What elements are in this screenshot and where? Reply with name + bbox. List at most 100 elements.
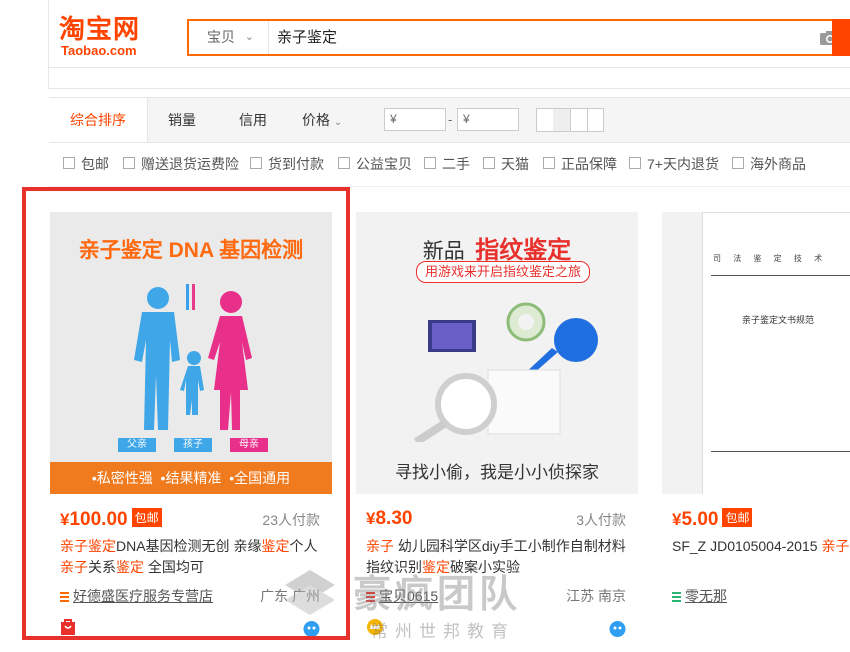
product-kit-illustration bbox=[413, 302, 598, 442]
filter-overseas[interactable]: 海外商品 bbox=[732, 155, 806, 173]
checkbox[interactable] bbox=[629, 157, 641, 169]
checkbox[interactable] bbox=[424, 157, 436, 169]
filter-7day-return[interactable]: 7+天内退货 bbox=[629, 155, 719, 173]
sort-price-label: 价格 bbox=[302, 112, 330, 128]
image-label-row: 父亲 孩子 母亲 bbox=[118, 438, 268, 452]
title-keyword-highlight: 亲子鉴定 bbox=[60, 538, 116, 554]
image-caption: 寻找小偷，我是小小侦探家 bbox=[395, 463, 599, 482]
price-value: 8.30 bbox=[375, 508, 413, 529]
chevron-down-icon: ⌄ bbox=[333, 117, 343, 128]
location: 江苏 南京 bbox=[566, 588, 626, 604]
filter-label: 货到付款 bbox=[268, 156, 324, 172]
view-alt-segment[interactable] bbox=[570, 109, 588, 131]
price-max-input[interactable]: ¥ bbox=[457, 108, 519, 131]
image-label-father: 父亲 bbox=[118, 438, 156, 452]
title-keyword-highlight: 亲子 bbox=[60, 559, 88, 575]
doc-rule bbox=[711, 275, 850, 276]
price-value: 100.00 bbox=[69, 509, 128, 530]
view-toggle[interactable] bbox=[536, 108, 604, 132]
doc-rule-bottom bbox=[711, 451, 850, 452]
product-price: ¥100.00 包邮 bbox=[60, 508, 162, 531]
price-min-input[interactable]: ¥ bbox=[384, 108, 446, 131]
filter-second-hand[interactable]: 二手 bbox=[424, 155, 470, 173]
free-shipping-badge: 包邮 bbox=[131, 508, 162, 527]
title-text: SF_Z JD0105004-2015 bbox=[672, 538, 822, 554]
title-text: 幼儿园科学区diy手工小制作自制材料 bbox=[394, 538, 626, 554]
product-price: ¥8.30 bbox=[366, 508, 412, 530]
badge-row bbox=[60, 618, 322, 640]
checkbox[interactable] bbox=[123, 157, 135, 169]
view-grid-segment[interactable] bbox=[537, 109, 554, 131]
title-text: 关系 bbox=[88, 559, 116, 575]
crown-badge-icon[interactable] bbox=[366, 618, 384, 636]
sort-default[interactable]: 综合排序 bbox=[49, 98, 148, 142]
product-card[interactable]: 新品 指纹鉴定 用游戏来开启指纹鉴定之旅 寻找小偷，我是小小侦探家 ¥8.30 … bbox=[356, 212, 638, 652]
product-title[interactable]: 亲子 幼儿园科学区diy手工小制作自制材料指纹识别鉴定破案小实验 bbox=[366, 536, 628, 578]
checkbox[interactable] bbox=[63, 157, 75, 169]
taobao-logo[interactable]: 淘宝网 Taobao.com bbox=[59, 16, 169, 66]
filter-row: 包邮 赠送退货运费险 货到付款 公益宝贝 二手 天猫 正品保障 7+天内退货 海… bbox=[49, 142, 850, 187]
wangwang-chat-icon[interactable] bbox=[303, 620, 320, 637]
checkbox[interactable] bbox=[483, 157, 495, 169]
shop-icon bbox=[672, 592, 681, 602]
view-list-segment[interactable] bbox=[553, 109, 571, 131]
title-keyword-highlight: 鉴定 bbox=[261, 538, 290, 554]
filter-label: 7+天内退货 bbox=[647, 156, 719, 172]
product-card[interactable]: 司 法 鉴 定 技 术 亲子鉴定文书规范 ¥5.00 包邮 SF_Z JD0105… bbox=[662, 212, 850, 652]
title-text: 破案小实验 bbox=[450, 559, 520, 575]
filter-tmall[interactable]: 天猫 bbox=[483, 155, 529, 173]
search-type-label: 宝贝 bbox=[207, 29, 235, 45]
shop-link[interactable]: 好德盛医疗服务专营店 bbox=[60, 586, 213, 606]
checkbox[interactable] bbox=[338, 157, 350, 169]
doc-title: 司 法 鉴 定 技 术 bbox=[713, 254, 828, 263]
free-shipping-badge: 包邮 bbox=[722, 508, 753, 527]
filter-return-insurance[interactable]: 赠送退货运费险 bbox=[123, 155, 239, 173]
product-price: ¥5.00 包邮 bbox=[672, 508, 753, 531]
shop-name: 好德盛医疗服务专营店 bbox=[73, 588, 213, 604]
sales-count: 3人付款 bbox=[576, 512, 626, 528]
image-footer: •私密性强 •结果精准 •全国通用 bbox=[50, 462, 332, 494]
filter-charity[interactable]: 公益宝贝 bbox=[338, 155, 412, 173]
doc-heading: 亲子鉴定文书规范 bbox=[741, 315, 814, 325]
wangwang-chat-icon[interactable] bbox=[609, 620, 626, 637]
filter-label: 正品保障 bbox=[561, 156, 617, 172]
image-label-child: 孩子 bbox=[174, 438, 212, 452]
logo-cn: 淘宝网 bbox=[59, 15, 141, 45]
shop-icon bbox=[366, 592, 375, 602]
shop-link[interactable]: 宝贝0615 bbox=[366, 586, 438, 606]
location: 广东 广州 bbox=[260, 588, 320, 604]
product-image[interactable]: 亲子鉴定 DNA 基因检测 父亲 孩子 母亲 •私密性强 •结果精准 •全国通用 bbox=[50, 212, 332, 494]
badge-row bbox=[366, 618, 628, 640]
checkbox[interactable] bbox=[732, 157, 744, 169]
shop-link[interactable]: 零无那 bbox=[672, 586, 727, 606]
shopping-bag-icon[interactable] bbox=[60, 618, 76, 636]
title-text: 个人 bbox=[289, 538, 318, 554]
image-headline-new: 新品 bbox=[422, 240, 465, 263]
product-image[interactable]: 新品 指纹鉴定 用游戏来开启指纹鉴定之旅 寻找小偷，我是小小侦探家 bbox=[356, 212, 638, 494]
image-label-mother: 母亲 bbox=[230, 438, 268, 452]
filter-cod[interactable]: 货到付款 bbox=[250, 155, 324, 173]
filter-label: 天猫 bbox=[501, 156, 529, 172]
sort-credit[interactable]: 信用 bbox=[232, 98, 274, 142]
checkbox[interactable] bbox=[543, 157, 555, 169]
checkbox[interactable] bbox=[250, 157, 262, 169]
search-type-select[interactable]: 宝贝 ⌄ bbox=[189, 21, 269, 54]
filter-free-shipping[interactable]: 包邮 bbox=[63, 155, 109, 173]
search-input[interactable] bbox=[277, 21, 777, 54]
title-keyword-highlight: 鉴定 bbox=[116, 559, 144, 575]
product-title[interactable]: 亲子鉴定DNA基因检测无创 亲缘鉴定个人亲子关系鉴定 全国均可 bbox=[60, 536, 322, 578]
title-keyword-highlight: 鉴定 bbox=[422, 559, 450, 575]
price-range-dash: - bbox=[448, 112, 453, 127]
product-card[interactable]: 亲子鉴定 DNA 基因检测 父亲 孩子 母亲 •私密性强 •结果精准 •全国通用… bbox=[50, 212, 332, 652]
title-keyword-highlight: 亲子鉴 bbox=[821, 538, 850, 554]
document-page: 司 法 鉴 定 技 术 亲子鉴定文书规范 bbox=[702, 212, 850, 494]
filter-genuine[interactable]: 正品保障 bbox=[543, 155, 617, 173]
filter-label: 二手 bbox=[442, 156, 470, 172]
header: 淘宝网 Taobao.com 宝贝 ⌄ bbox=[48, 0, 850, 89]
sort-price[interactable]: 价格 ⌄ bbox=[302, 98, 362, 142]
sort-sales[interactable]: 销量 bbox=[161, 98, 203, 142]
family-silhouette-icon bbox=[134, 284, 252, 430]
product-title[interactable]: SF_Z JD0105004-2015 亲子鉴 bbox=[672, 536, 850, 578]
product-image[interactable]: 司 法 鉴 定 技 术 亲子鉴定文书规范 bbox=[662, 212, 850, 494]
search-button[interactable] bbox=[832, 19, 850, 56]
